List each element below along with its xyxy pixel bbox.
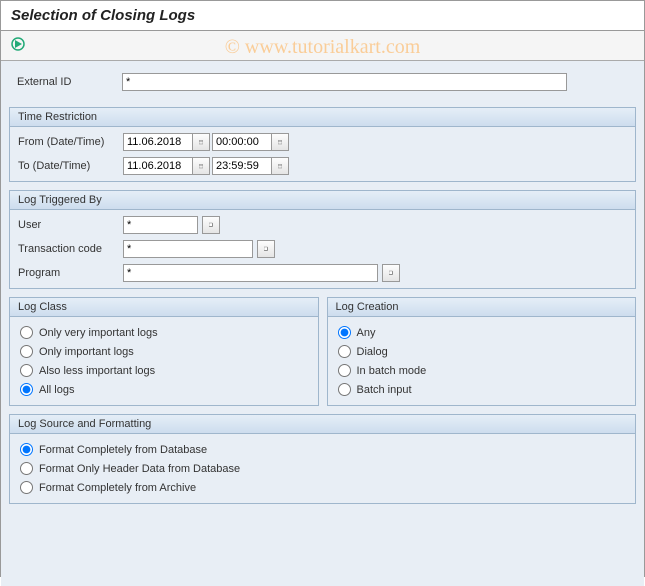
tcode-search-help-icon[interactable] [257,240,275,258]
to-time-input[interactable] [212,157,272,175]
log-source-option-3[interactable]: Format Completely from Archive [18,478,627,497]
log-class-label-2: Only important logs [39,346,134,358]
tcode-label: Transaction code [18,243,123,255]
user-label: User [18,219,123,231]
external-id-input[interactable] [122,73,567,91]
log-source-option-2[interactable]: Format Only Header Data from Database [18,459,627,478]
page-title: Selection of Closing Logs [11,7,634,24]
time-restriction-group: Time Restriction From (Date/Time) To (Da… [9,107,636,182]
log-class-group: Log Class Only very important logs Only … [9,297,319,406]
log-creation-option-1[interactable]: Any [336,323,628,342]
log-creation-group: Log Creation Any Dialog In batch mode Ba… [327,297,637,406]
user-search-help-icon[interactable] [202,216,220,234]
log-creation-label-4: Batch input [357,384,412,396]
log-creation-radio-3[interactable] [338,364,351,377]
to-time-picker-icon[interactable] [271,157,289,175]
log-source-radio-3[interactable] [20,481,33,494]
log-class-radio-4[interactable] [20,383,33,396]
log-triggered-title: Log Triggered By [10,191,635,210]
to-date-input[interactable] [123,157,193,175]
program-input[interactable] [123,264,378,282]
log-creation-radio-4[interactable] [338,383,351,396]
log-class-option-1[interactable]: Only very important logs [18,323,310,342]
program-label: Program [18,267,123,279]
to-label: To (Date/Time) [18,160,123,172]
log-source-radio-1[interactable] [20,443,33,456]
log-source-label-1: Format Completely from Database [39,444,207,456]
log-creation-radio-2[interactable] [338,345,351,358]
tcode-input[interactable] [123,240,253,258]
log-class-label-1: Only very important logs [39,327,158,339]
log-creation-label-2: Dialog [357,346,388,358]
user-input[interactable] [123,216,198,234]
log-creation-title: Log Creation [328,298,636,317]
log-triggered-group: Log Triggered By User Transaction code P… [9,190,636,289]
log-creation-label-1: Any [357,327,376,339]
from-label: From (Date/Time) [18,136,123,148]
log-class-radio-3[interactable] [20,364,33,377]
from-time-picker-icon[interactable] [271,133,289,151]
log-source-radio-2[interactable] [20,462,33,475]
log-class-option-4[interactable]: All logs [18,380,310,399]
log-class-label-4: All logs [39,384,74,396]
to-date-picker-icon[interactable] [192,157,210,175]
log-class-radio-1[interactable] [20,326,33,339]
from-time-input[interactable] [212,133,272,151]
log-creation-label-3: In batch mode [357,365,427,377]
log-class-title: Log Class [10,298,318,317]
log-class-option-2[interactable]: Only important logs [18,342,310,361]
log-source-title: Log Source and Formatting [10,415,635,434]
log-creation-option-4[interactable]: Batch input [336,380,628,399]
log-creation-option-3[interactable]: In batch mode [336,361,628,380]
time-restriction-title: Time Restriction [10,108,635,127]
log-class-option-3[interactable]: Also less important logs [18,361,310,380]
log-source-group: Log Source and Formatting Format Complet… [9,414,636,504]
log-source-label-2: Format Only Header Data from Database [39,463,240,475]
log-class-radio-2[interactable] [20,345,33,358]
log-source-label-3: Format Completely from Archive [39,482,196,494]
execute-icon[interactable] [9,35,27,53]
log-class-label-3: Also less important logs [39,365,155,377]
from-date-input[interactable] [123,133,193,151]
program-search-help-icon[interactable] [382,264,400,282]
log-creation-option-2[interactable]: Dialog [336,342,628,361]
from-date-picker-icon[interactable] [192,133,210,151]
log-source-option-1[interactable]: Format Completely from Database [18,440,627,459]
external-id-label: External ID [17,76,122,88]
log-creation-radio-1[interactable] [338,326,351,339]
